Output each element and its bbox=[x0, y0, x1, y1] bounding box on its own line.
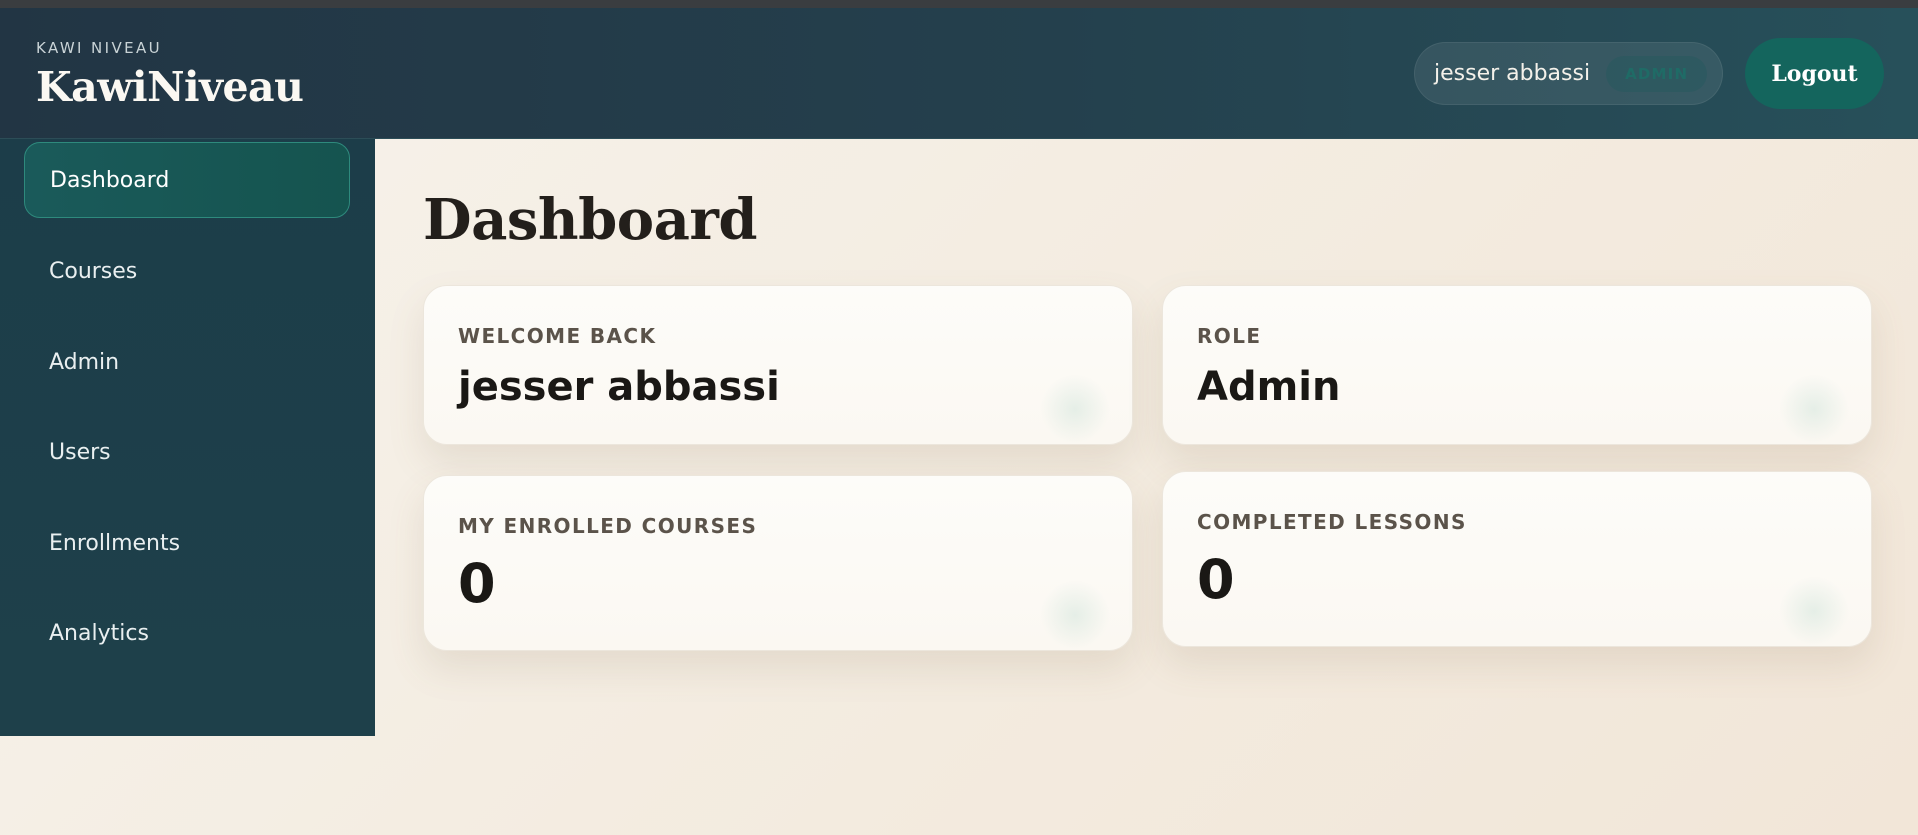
main-content: Dashboard WELCOME BACK jesser abbassi RO… bbox=[375, 139, 1918, 835]
role-badge: ADMIN bbox=[1606, 55, 1708, 92]
welcome-card: WELCOME BACK jesser abbassi bbox=[423, 285, 1133, 445]
user-pill: jesser abbassi ADMIN bbox=[1414, 42, 1723, 105]
sidebar: Dashboard Courses Admin Users Enrollment… bbox=[0, 139, 375, 736]
sidebar-item-analytics[interactable]: Analytics bbox=[24, 595, 350, 671]
completed-lessons-card: COMPLETED LESSONS 0 bbox=[1162, 471, 1872, 647]
role-card-value: Admin bbox=[1197, 364, 1341, 410]
brand-kicker: KAWI NIVEAU bbox=[36, 39, 163, 57]
page-title: Dashboard bbox=[423, 187, 758, 253]
window-top-strip bbox=[0, 0, 1918, 8]
sidebar-item-users[interactable]: Users bbox=[24, 414, 350, 490]
sidebar-item-enrollments[interactable]: Enrollments bbox=[24, 505, 350, 581]
user-name: jesser abbassi bbox=[1434, 61, 1591, 86]
role-card-label: ROLE bbox=[1197, 324, 1262, 348]
enrolled-courses-card-value: 0 bbox=[458, 552, 496, 615]
sidebar-item-dashboard[interactable]: Dashboard bbox=[24, 142, 350, 218]
role-card: ROLE Admin bbox=[1162, 285, 1872, 445]
welcome-card-label: WELCOME BACK bbox=[458, 324, 657, 348]
enrolled-courses-card-label: MY ENROLLED COURSES bbox=[458, 514, 758, 538]
sidebar-item-courses[interactable]: Courses bbox=[24, 233, 350, 309]
brand-title[interactable]: KawiNiveau bbox=[36, 63, 304, 111]
welcome-card-value: jesser abbassi bbox=[458, 364, 780, 410]
completed-lessons-card-label: COMPLETED LESSONS bbox=[1197, 510, 1467, 534]
sidebar-item-admin[interactable]: Admin bbox=[24, 324, 350, 400]
app-header: KAWI NIVEAU KawiNiveau jesser abbassi AD… bbox=[0, 8, 1918, 139]
enrolled-courses-card: MY ENROLLED COURSES 0 bbox=[423, 475, 1133, 651]
logout-button[interactable]: Logout bbox=[1745, 38, 1884, 109]
completed-lessons-card-value: 0 bbox=[1197, 548, 1235, 611]
